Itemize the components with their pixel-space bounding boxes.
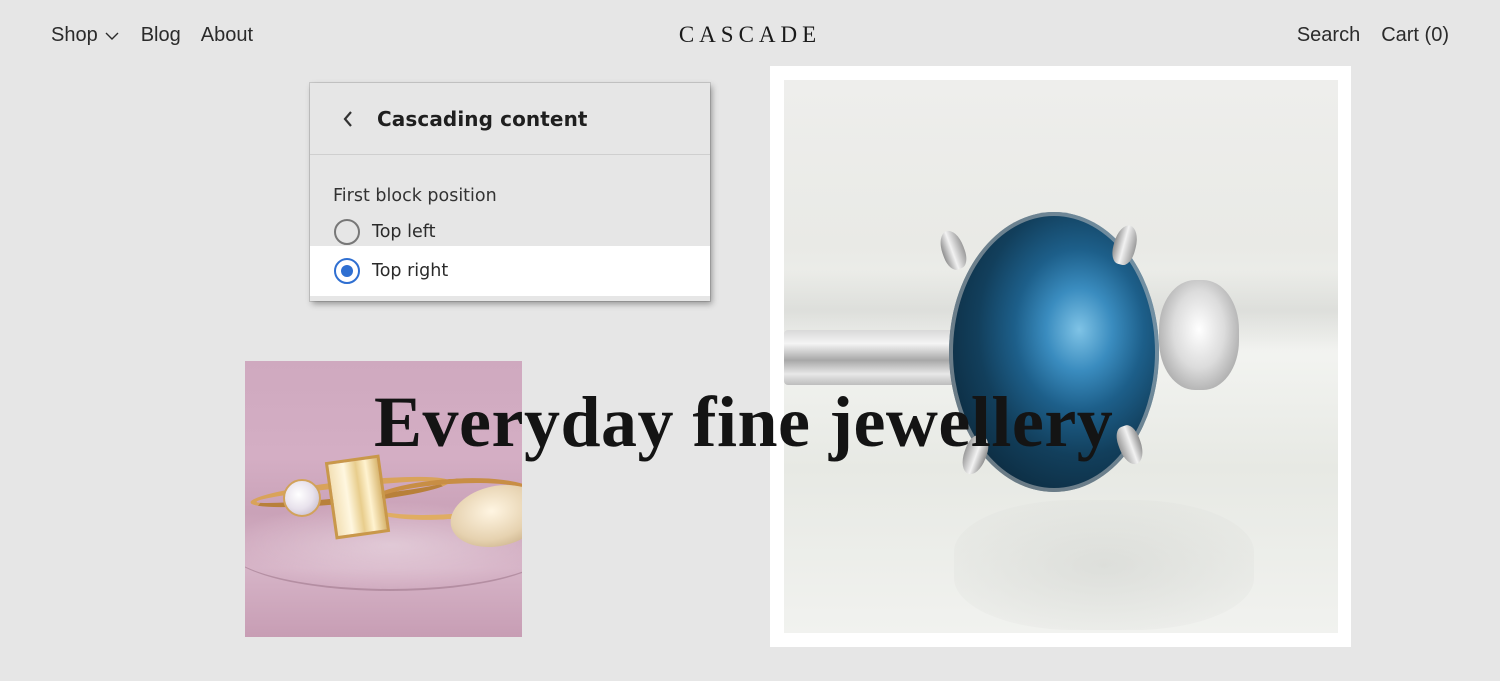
utility-nav: Search Cart (0): [1297, 22, 1449, 48]
nav-blog-link[interactable]: Blog: [141, 22, 181, 48]
radio-unchecked-icon[interactable]: [334, 219, 360, 245]
panel-body: First block position Top left Top right: [310, 155, 710, 296]
prong-shape: [935, 227, 971, 273]
round-diamond-shape: [283, 479, 321, 517]
nav-shop-label: Shop: [51, 24, 98, 46]
site-logo[interactable]: CASCADE: [679, 21, 821, 49]
page: Shop Blog About CASCADE Search Cart (0): [0, 0, 1500, 681]
chevron-down-icon: [105, 32, 119, 40]
prong-shape: [1109, 222, 1141, 268]
cascading-content-panel: Cascading content First block position T…: [310, 83, 710, 301]
nav-shop-link[interactable]: Shop: [51, 22, 119, 48]
ring-shank-shape: [784, 330, 964, 385]
hero-heading: Everyday fine jewellery: [374, 382, 1114, 462]
radio-option-top-right[interactable]: Top right: [310, 246, 710, 296]
radio-label: Top right: [372, 261, 449, 281]
radio-option-top-left[interactable]: Top left: [310, 218, 710, 246]
first-block-position-label: First block position: [333, 186, 497, 206]
emerald-cut-diamond-shape: [324, 454, 391, 540]
radio-label: Top left: [372, 222, 436, 242]
sapphire-image-frame: [770, 66, 1351, 647]
nav-about-link[interactable]: About: [201, 22, 253, 48]
panel-title: Cascading content: [377, 106, 588, 131]
sapphire-ring-image: [784, 80, 1338, 633]
primary-nav: Shop Blog About: [51, 22, 253, 48]
radio-checked-icon[interactable]: [334, 258, 360, 284]
reflection-shape: [954, 500, 1254, 630]
search-link[interactable]: Search: [1297, 22, 1360, 48]
cart-link[interactable]: Cart (0): [1381, 22, 1449, 48]
panel-header: Cascading content: [310, 83, 710, 155]
chevron-left-icon: [343, 110, 352, 127]
back-button[interactable]: [337, 108, 359, 130]
side-diamond-shape: [1159, 280, 1239, 390]
